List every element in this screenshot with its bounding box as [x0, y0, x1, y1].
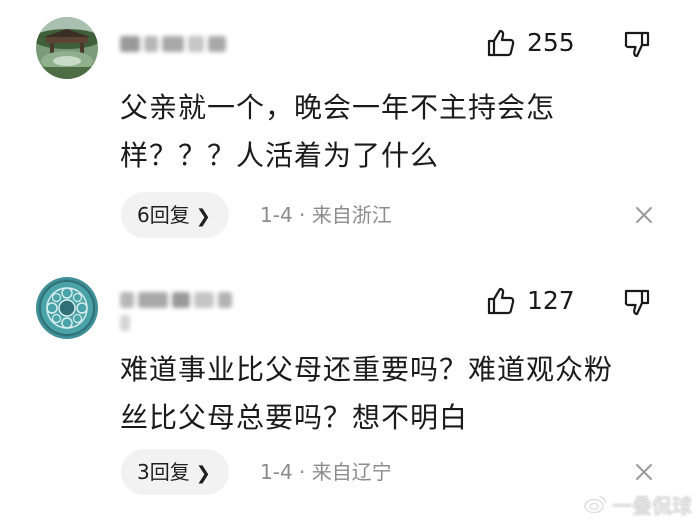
dislike-button[interactable] — [622, 286, 654, 318]
close-icon — [636, 207, 652, 223]
chevron-right-icon: ❯ — [195, 463, 211, 484]
comment-text: 难道事业比父母还重要吗？难道观众粉 丝比父母总要吗？想不明白 — [120, 346, 660, 442]
close-icon — [636, 464, 652, 480]
close-button[interactable] — [634, 205, 654, 225]
username-blurred[interactable] — [120, 33, 230, 55]
comment-text-line: 丝比父母总要吗？想不明白 — [120, 401, 469, 434]
like-count: 255 — [527, 28, 575, 57]
thumbs-up-icon — [487, 29, 515, 57]
like-button[interactable] — [486, 28, 516, 58]
landscape-avatar-image — [36, 17, 98, 79]
like-button[interactable] — [486, 286, 516, 316]
watermark-text: 一叠侃球 — [612, 493, 692, 518]
avatar[interactable] — [36, 277, 98, 339]
thumbs-down-icon — [624, 31, 650, 58]
chevron-right-icon: ❯ — [195, 206, 211, 227]
thumbs-down-icon — [624, 289, 650, 316]
username-blurred[interactable] — [120, 289, 248, 331]
comment-text-line: 父亲就一个，晚会一年不主持会怎 — [120, 91, 556, 124]
comment-item: 255 父亲就一个，晚会一年不主持会怎 样？？？人活着为了什么 6回复 ❯ 1-4… — [0, 0, 700, 262]
comment-text: 父亲就一个，晚会一年不主持会怎 样？？？人活着为了什么 — [120, 84, 660, 180]
thumbs-up-icon — [487, 287, 515, 315]
comment-text-line: 难道事业比父母还重要吗？难道观众粉 — [120, 353, 614, 386]
like-count: 127 — [527, 286, 575, 315]
dislike-button[interactable] — [622, 28, 654, 60]
comment-meta: 1-4 · 来自辽宁 — [260, 460, 392, 484]
replies-button[interactable]: 3回复 ❯ — [121, 449, 229, 495]
weibo-logo-icon — [584, 496, 607, 514]
close-button[interactable] — [634, 462, 654, 482]
replies-label: 3回复 — [137, 460, 190, 484]
comment-meta: 1-4 · 来自浙江 — [260, 203, 392, 227]
pattern-avatar-image — [36, 277, 98, 339]
replies-button[interactable]: 6回复 ❯ — [121, 192, 229, 238]
watermark: 一叠侃球 — [584, 491, 692, 518]
comment-item: 127 难道事业比父母还重要吗？难道观众粉 丝比父母总要吗？想不明白 3回复 ❯ … — [0, 262, 700, 521]
avatar[interactable] — [36, 17, 98, 79]
replies-label: 6回复 — [137, 203, 190, 227]
comment-text-line: 样？？？人活着为了什么 — [120, 139, 440, 172]
